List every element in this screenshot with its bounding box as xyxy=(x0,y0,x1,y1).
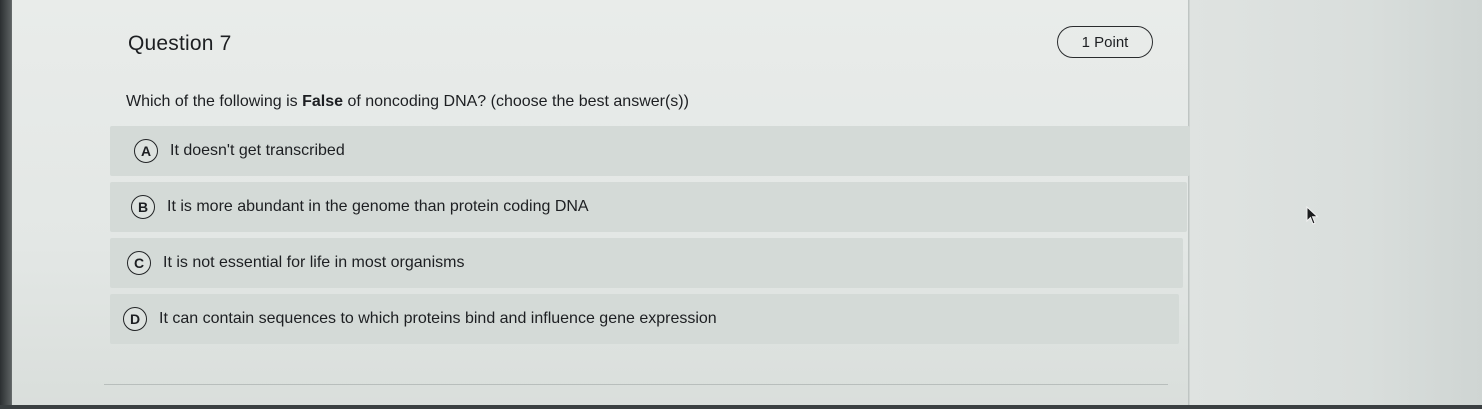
option-letter-c: C xyxy=(127,251,151,275)
question-text-after: of noncoding DNA? (choose the best answe… xyxy=(343,93,689,110)
question-card: Question 7 1 Point Which of the followin… xyxy=(12,0,1190,409)
answer-option-a[interactable]: A It doesn't get transcribed xyxy=(110,126,1190,176)
page-background xyxy=(1190,0,1482,409)
question-text-emphasis: False xyxy=(302,93,343,110)
option-text-c: It is not essential for life in most org… xyxy=(163,254,465,271)
answer-option-b[interactable]: B It is more abundant in the genome than… xyxy=(110,182,1187,232)
option-letter-d: D xyxy=(123,307,147,331)
question-text-before: Which of the following is xyxy=(126,93,303,110)
divider xyxy=(104,384,1168,385)
option-text-d: It can contain sequences to which protei… xyxy=(159,310,717,327)
option-text-b: It is more abundant in the genome than p… xyxy=(167,198,589,215)
answer-option-c[interactable]: C It is not essential for life in most o… xyxy=(110,238,1183,288)
points-badge: 1 Point xyxy=(1057,26,1153,58)
option-letter-b: B xyxy=(131,195,155,219)
question-prompt: Which of the following is False of nonco… xyxy=(126,93,689,111)
answer-option-d[interactable]: D It can contain sequences to which prot… xyxy=(110,294,1179,344)
option-letter-a: A xyxy=(134,139,158,163)
screen-bezel-bottom xyxy=(0,405,1482,409)
points-label: 1 Point xyxy=(1081,33,1129,51)
option-text-a: It doesn't get transcribed xyxy=(170,142,345,159)
question-title: Question 7 xyxy=(128,32,232,55)
mouse-pointer-icon xyxy=(1306,205,1320,231)
